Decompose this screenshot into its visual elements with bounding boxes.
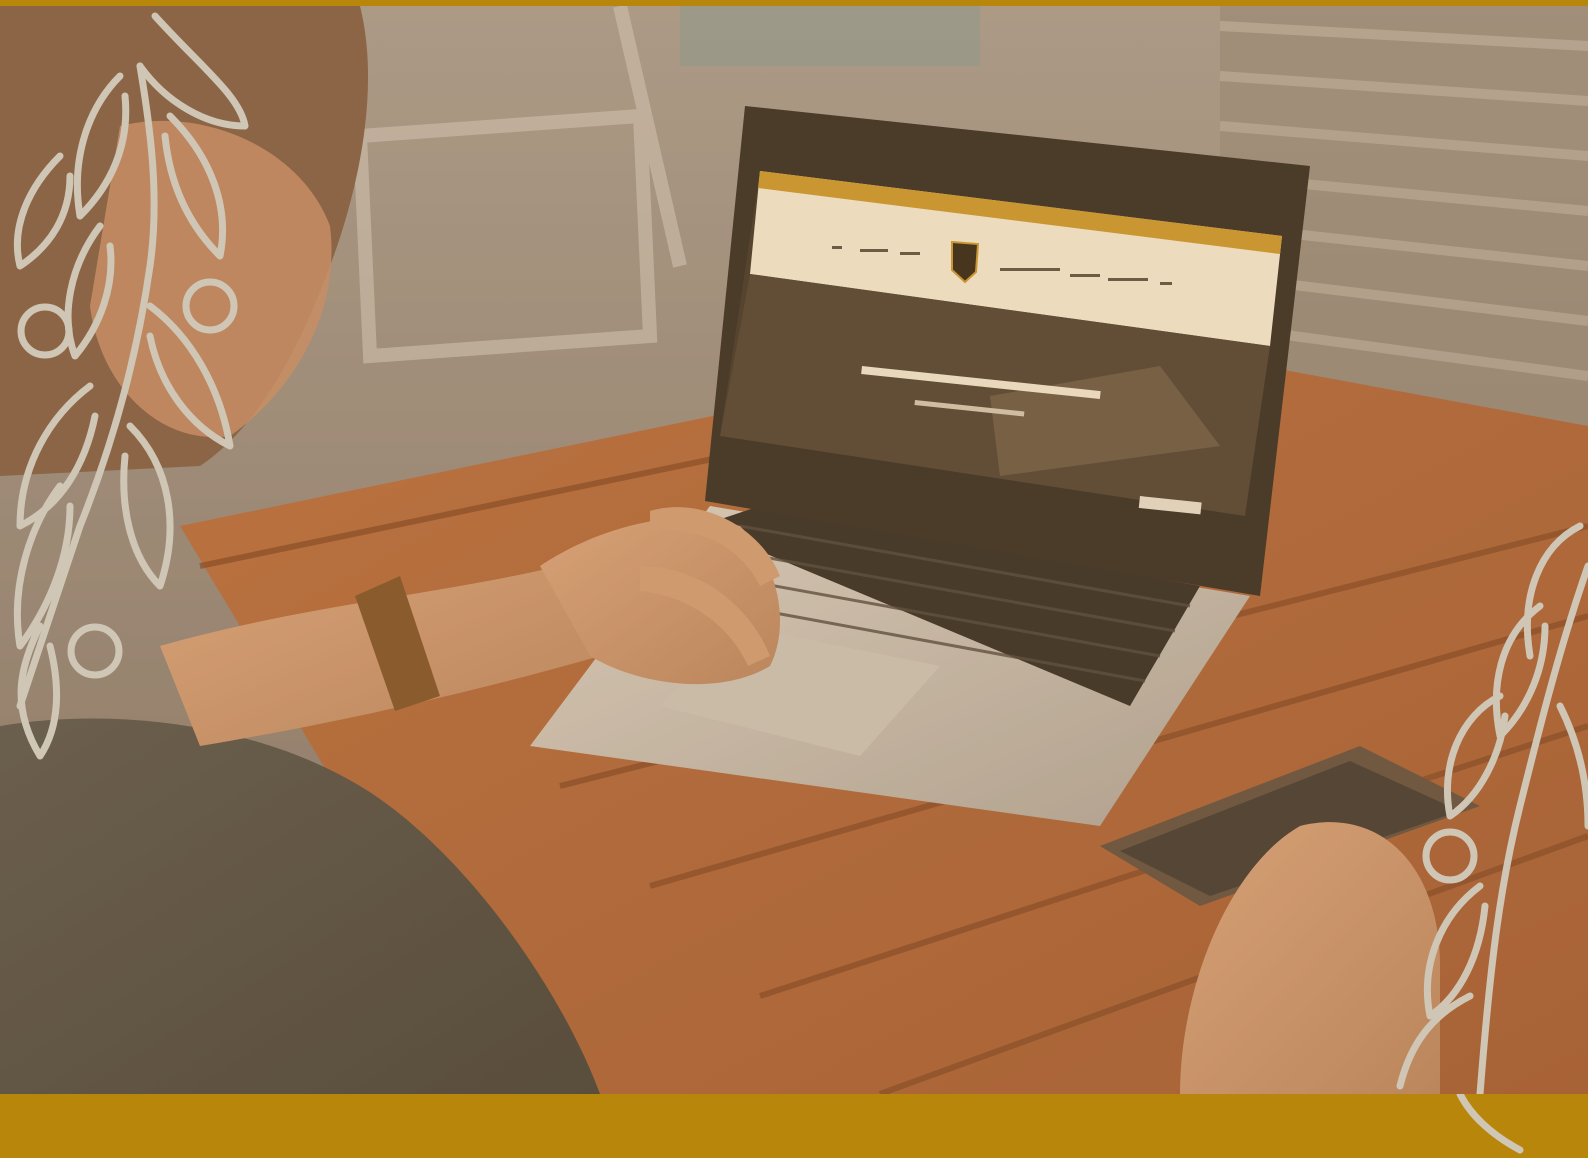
photo-scene xyxy=(0,6,1588,1094)
bottom-accent-band xyxy=(0,1090,1588,1158)
page xyxy=(0,0,1588,1158)
laurel-branch-tail xyxy=(1456,1090,1524,1154)
hero-photo xyxy=(0,6,1588,1094)
laurel-branch-icon xyxy=(1456,1090,1524,1154)
